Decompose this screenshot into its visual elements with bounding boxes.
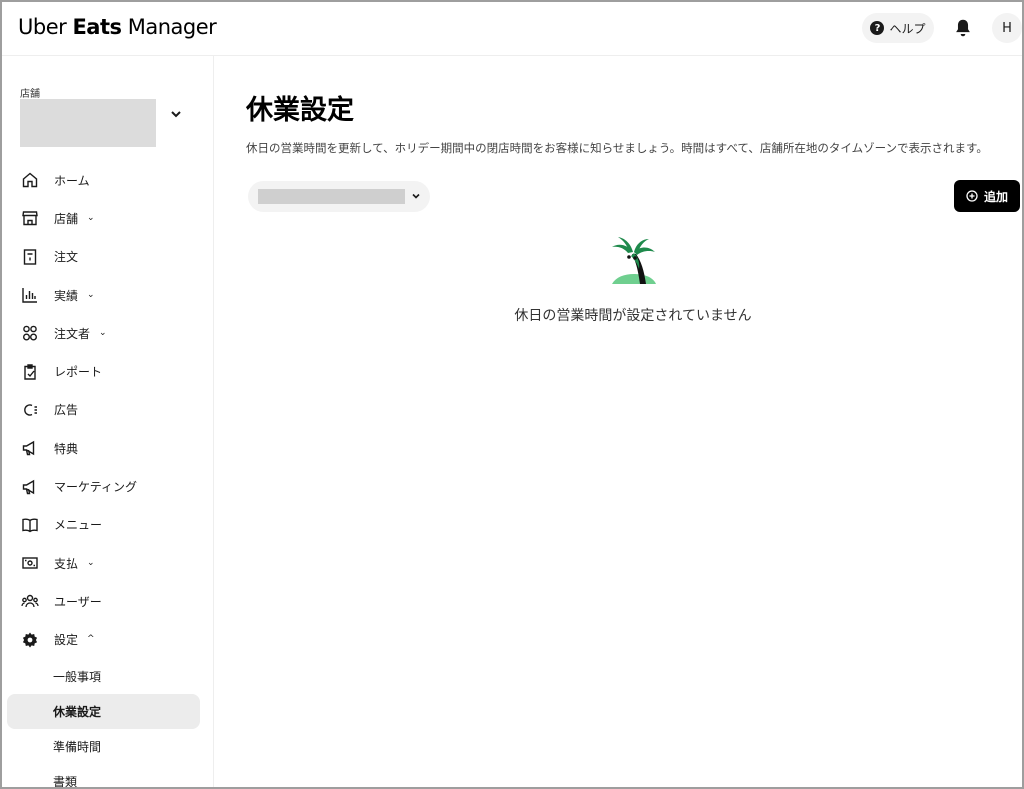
receipt-icon [21,248,39,266]
brand-eats: Eats [72,15,122,39]
book-icon [21,516,39,534]
sidebar-subitem-documents[interactable]: 書類 [2,764,214,789]
palm-tree-icon [612,237,656,284]
payment-icon [21,554,39,572]
sidebar-nav: ホーム 店舗 ⌄ 注文 実績 ⌄ 注文者 ⌄ レポート 広告 特典 マーケティン… [2,161,214,789]
store-filter-dropdown[interactable] [248,181,430,212]
chevron-down-icon: ⌄ [87,557,95,568]
sidebar-item-label: ホーム [54,173,90,188]
page-title: 休業設定 [246,95,354,126]
gear-icon [21,631,39,649]
sidebar-item-menu[interactable]: メニュー [2,506,214,544]
sidebar-subitem-holiday-hours[interactable]: 休業設定 [7,693,200,729]
sidebar-subitem-label: 休業設定 [53,704,102,719]
sidebar-item-users[interactable]: ユーザー [2,582,214,620]
sidebar-subitem-label: 一般事項 [53,669,102,684]
sidebar: 店舗 ホーム 店舗 ⌄ 注文 実績 ⌄ 注文者 ⌄ レポート 広告 特典 マーケ… [2,56,214,789]
store-icon [21,209,39,227]
sidebar-item-label: メニュー [54,518,103,533]
avatar[interactable]: H [992,13,1022,43]
sidebar-item-offers[interactable]: 特典 [2,429,214,467]
plus-circle-icon [966,190,978,202]
sidebar-item-marketing[interactable]: マーケティング [2,467,214,505]
add-label: 追加 [983,189,1008,204]
sidebar-item-orders[interactable]: 注文 [2,238,214,276]
main-content: 休業設定 休日の営業時間を更新して、ホリデー期間中の閉店時間をお客様に知らせまし… [215,56,1022,787]
sidebar-item-payments[interactable]: 支払 ⌄ [2,544,214,582]
sidebar-item-settings[interactable]: 設定 ^ [2,621,214,659]
empty-state-message: 休日の営業時間が設定されていません [514,308,752,324]
sidebar-item-ads[interactable]: 広告 [2,391,214,429]
people-icon [21,324,39,342]
avatar-initial: H [1002,20,1012,36]
sidebar-item-label: レポート [54,365,103,380]
top-bar: Uber Eats Manager ? ヘルプ H [2,2,1022,56]
sidebar-subitem-general[interactable]: 一般事項 [2,659,214,694]
sidebar-item-label: 設定 [54,633,79,648]
add-button[interactable]: 追加 [954,180,1020,212]
users-icon [21,592,39,610]
sidebar-item-label: 注文 [54,250,79,265]
sidebar-item-label: 実績 [54,288,79,303]
page-description: 休日の営業時間を更新して、ホリデー期間中の閉店時間をお客様に知らせましょう。時間… [246,141,988,155]
sidebar-item-store[interactable]: 店舗 ⌄ [2,199,214,237]
sidebar-item-label: ユーザー [54,594,102,609]
chevron-down-icon: ⌄ [99,327,107,338]
brand-manager: Manager [127,15,217,39]
sidebar-subitem-label: 準備時間 [53,739,102,754]
megaphone-icon [21,439,39,457]
sidebar-item-reports[interactable]: レポート [2,352,214,390]
sidebar-item-label: 注文者 [54,326,91,341]
brand-logo[interactable]: Uber Eats Manager [18,15,217,39]
help-button[interactable]: ? ヘルプ [862,13,934,43]
sidebar-item-home[interactable]: ホーム [2,161,214,199]
sidebar-item-label: 特典 [54,441,79,456]
brand-uber: Uber [18,15,67,39]
sidebar-subitem-label: 書類 [53,774,78,789]
ads-icon [21,401,39,419]
chevron-down-icon[interactable] [168,106,184,122]
chevron-down-icon: ⌄ [87,212,95,223]
sidebar-subitem-prep-time[interactable]: 準備時間 [2,729,214,764]
help-label: ヘルプ [889,21,926,36]
store-selector[interactable] [20,99,156,147]
sidebar-item-label: 広告 [54,403,79,418]
sidebar-item-label: マーケティング [54,480,138,495]
app-window: Uber Eats Manager ? ヘルプ H 店舗 ホーム 店舗 ⌄ 注文… [0,0,1024,789]
chevron-up-icon: ^ [87,634,95,645]
bell-icon[interactable] [952,17,974,39]
sidebar-item-label: 支払 [54,556,79,571]
home-icon [21,171,39,189]
marketing-megaphone-icon [21,478,39,496]
bar-chart-icon [21,286,39,304]
chevron-down-icon [412,193,420,199]
clipboard-icon [21,363,39,381]
chevron-down-icon: ⌄ [87,289,95,300]
sidebar-item-label: 店舗 [54,211,79,226]
store-label: 店舗 [20,89,40,100]
question-icon: ? [870,21,885,35]
sidebar-item-customers[interactable]: 注文者 ⌄ [2,314,214,352]
filter-placeholder [258,189,405,204]
sidebar-item-performance[interactable]: 実績 ⌄ [2,276,214,314]
